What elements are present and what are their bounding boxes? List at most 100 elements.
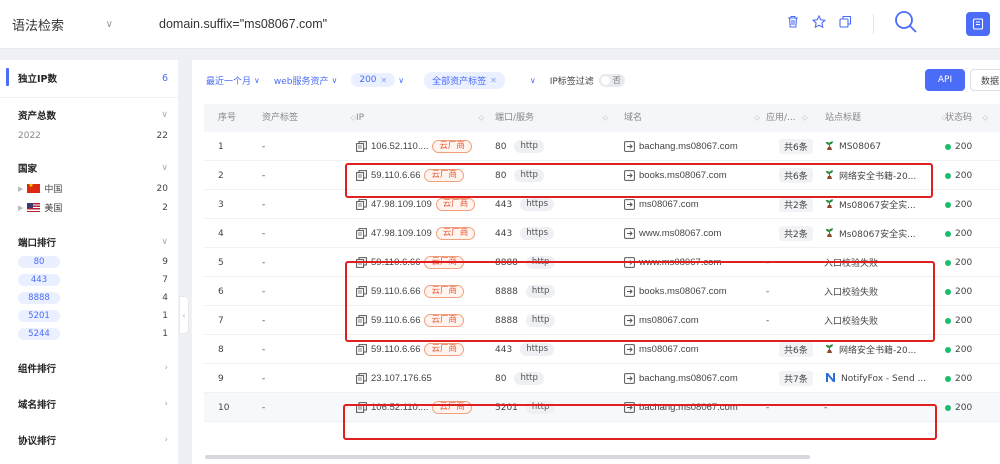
ip-link[interactable]: 59.110.6.66 <box>371 344 420 355</box>
domain-link[interactable]: bachang.ms08067.com <box>639 141 738 152</box>
protocol-rank-header[interactable]: 协议排行 › <box>18 429 168 451</box>
col-domain[interactable]: 域名 ⬦ <box>624 104 760 132</box>
port[interactable]: 443 <box>495 345 512 355</box>
close-icon[interactable]: ✕ <box>381 76 388 85</box>
port[interactable]: 8888 <box>495 287 518 297</box>
filter-icon[interactable]: ⬦ <box>982 104 988 132</box>
col-app[interactable]: 应用/... ⬦ <box>766 104 808 132</box>
copy-icon[interactable] <box>356 170 367 181</box>
domain-link[interactable]: books.ms08067.com <box>639 170 727 181</box>
status-code-filter[interactable]: 200 ✕ ∨ <box>351 73 404 87</box>
port-item[interactable]: 8888 4 <box>18 289 168 307</box>
app-count[interactable]: 共6条 <box>779 168 813 183</box>
port-item[interactable]: 80 9 <box>18 253 168 271</box>
copy-icon[interactable] <box>356 141 367 152</box>
app-count[interactable]: 共6条 <box>779 139 813 154</box>
table-row[interactable]: 4 - 47.98.109.109 云厂商 443 https www.ms08067.co… <box>204 219 1000 248</box>
copy-icon[interactable] <box>356 344 367 355</box>
external-link-icon[interactable] <box>624 199 635 210</box>
copy-icon[interactable] <box>356 286 367 297</box>
year-row[interactable]: 2022 22 <box>18 126 168 145</box>
ip-link[interactable]: 106.52.110.... <box>371 141 428 152</box>
domain-link[interactable]: www.ms08067.com <box>639 257 721 268</box>
country-item-china[interactable]: ▶中国 20 <box>18 179 168 198</box>
ip-link[interactable]: 106.52.110.... <box>371 402 428 413</box>
filter-icon[interactable]: ⬦ <box>602 104 608 132</box>
col-ip[interactable]: IP ⬦ <box>356 104 484 132</box>
filter-icon[interactable]: ⬦ <box>478 104 484 132</box>
domain-link[interactable]: books.ms08067.com <box>639 286 727 297</box>
copy-icon[interactable] <box>356 315 367 326</box>
domain-link[interactable]: ms08067.com <box>639 344 699 355</box>
close-icon[interactable]: ✕ <box>490 76 497 85</box>
copy-icon[interactable] <box>356 402 367 413</box>
port-rank-header[interactable]: 端口排行 ∨ <box>18 231 168 253</box>
port-item[interactable]: 5201 1 <box>18 307 168 325</box>
port[interactable]: 80 <box>495 171 506 181</box>
asset-tag-filter[interactable]: 全部资产标签 ✕ ∨ <box>424 71 536 89</box>
filter-icon[interactable]: ⬦ <box>802 104 808 132</box>
delete-icon[interactable] <box>786 14 800 28</box>
external-link-icon[interactable] <box>624 257 635 268</box>
external-link-icon[interactable] <box>624 228 635 239</box>
port[interactable]: 80 <box>495 374 506 384</box>
table-row[interactable]: 5 - 59.110.6.66 云厂商 8888 http www.ms08067.com -… <box>204 248 1000 277</box>
ip-link[interactable]: 59.110.6.66 <box>371 257 420 268</box>
ip-link[interactable]: 47.98.109.109 <box>371 199 432 210</box>
copy-icon[interactable] <box>838 14 852 28</box>
country-item-usa[interactable]: ▶ 美国 2 <box>18 198 168 217</box>
search-mode-select[interactable]: 语法检索 ∨ <box>0 15 135 34</box>
port[interactable]: 8888 <box>495 258 518 268</box>
external-link-icon[interactable] <box>624 286 635 297</box>
col-title[interactable]: 站点标题 ⬦ <box>825 104 947 132</box>
port[interactable]: 443 <box>495 200 512 210</box>
domain-link[interactable]: ms08067.com <box>639 199 699 210</box>
domain-link[interactable]: bachang.ms08067.com <box>639 373 738 384</box>
ip-link[interactable]: 23.107.176.65 <box>371 373 432 384</box>
table-row[interactable]: 9 - 23.107.176.65 80 http bachang.ms08067.com… <box>204 364 1000 393</box>
component-rank-header[interactable]: 组件排行 › <box>18 357 168 379</box>
app-count[interactable]: 共6条 <box>779 342 813 357</box>
app-count[interactable]: 共7条 <box>779 371 813 386</box>
ip-tag-toggle[interactable]: 否 <box>598 73 625 87</box>
port[interactable]: 443 <box>495 229 512 239</box>
external-link-icon[interactable] <box>624 373 635 384</box>
horizontal-scrollbar[interactable] <box>205 455 810 459</box>
query-input[interactable]: domain.suffix="ms08067.com" <box>159 17 327 31</box>
ip-link[interactable]: 59.110.6.66 <box>371 315 420 326</box>
domain-link[interactable]: ms08067.com <box>639 315 699 326</box>
copy-icon[interactable] <box>356 228 367 239</box>
domain-link[interactable]: bachang.ms08067.com <box>639 402 738 413</box>
unique-ip-stat[interactable]: 独立IP数 6 <box>18 67 168 89</box>
data-button[interactable]: 数据 <box>970 69 1000 91</box>
port[interactable]: 8888 <box>495 316 518 326</box>
external-link-icon[interactable] <box>624 344 635 355</box>
port[interactable]: 80 <box>495 142 506 152</box>
country-header[interactable]: 国家 ∨ <box>18 157 168 179</box>
port-item[interactable]: 5244 1 <box>18 325 168 343</box>
table-row[interactable]: 6 - 59.110.6.66 云厂商 8888 http books.ms08067.co… <box>204 277 1000 306</box>
ip-link[interactable]: 59.110.6.66 <box>371 170 420 181</box>
col-tag[interactable]: 资产标签 ⬦ <box>262 104 356 132</box>
table-row[interactable]: 1 - 106.52.110.... 云厂商 80 http bachang.ms08067… <box>204 132 1000 161</box>
api-button[interactable]: API <box>925 69 965 91</box>
col-port[interactable]: 端口/服务 ⬦ <box>495 104 608 132</box>
col-status[interactable]: 状态码 ⬦ <box>945 104 988 132</box>
table-row[interactable]: 10 - 106.52.110.... 云厂商 5201 http bachang.ms08… <box>204 393 1000 422</box>
external-link-icon[interactable] <box>624 170 635 181</box>
app-count[interactable]: 共2条 <box>779 197 813 212</box>
copy-icon[interactable] <box>356 199 367 210</box>
port-item[interactable]: 443 7 <box>18 271 168 289</box>
sidebar-collapse-handle[interactable]: ‹ <box>179 296 189 334</box>
total-assets-header[interactable]: 资产总数 ∨ <box>18 104 168 126</box>
domain-link[interactable]: www.ms08067.com <box>639 228 721 239</box>
port[interactable]: 5201 <box>495 403 518 413</box>
domain-rank-header[interactable]: 域名排行 › <box>18 393 168 415</box>
filter-icon[interactable]: ⬦ <box>754 104 760 132</box>
external-link-icon[interactable] <box>624 315 635 326</box>
external-link-icon[interactable] <box>624 402 635 413</box>
search-icon[interactable] <box>893 9 919 35</box>
service-filter[interactable]: web服务资产 ∨ <box>274 74 337 87</box>
ip-link[interactable]: 47.98.109.109 <box>371 228 432 239</box>
ip-link[interactable]: 59.110.6.66 <box>371 286 420 297</box>
